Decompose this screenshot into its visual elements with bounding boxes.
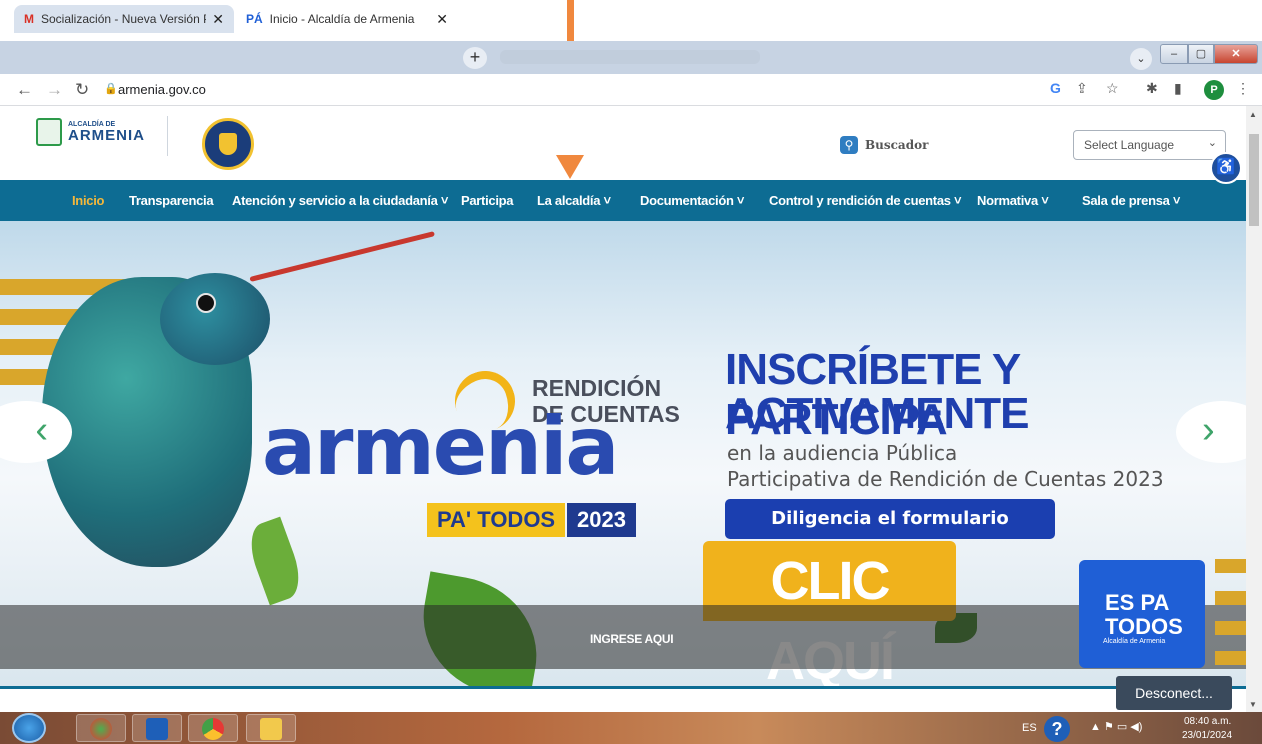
- menu-icon[interactable]: ⋮: [1236, 80, 1250, 97]
- start-button[interactable]: [12, 713, 46, 743]
- blurred-tab-area: [500, 50, 760, 64]
- year-badge: 2023: [567, 503, 636, 537]
- taskbar-chrome-profile[interactable]: [76, 714, 126, 742]
- input-language[interactable]: ES: [1022, 722, 1037, 734]
- reload-icon[interactable]: ↻: [75, 80, 89, 100]
- forward-icon[interactable]: →: [46, 80, 63, 100]
- disconnect-tooltip: Desconect...: [1116, 676, 1232, 710]
- google-icon[interactable]: G: [1050, 80, 1061, 96]
- decor-stripe: [1215, 651, 1246, 665]
- close-tab-icon[interactable]: ✕: [436, 11, 448, 28]
- clock-date[interactable]: 23/01/2024: [1182, 730, 1232, 741]
- tab-gmail[interactable]: M Socialización - Nueva Versión Pla ✕: [14, 5, 234, 33]
- hero-title-line2: ACTIVAMENTE: [725, 389, 1030, 438]
- language-select-value: Select Language: [1084, 138, 1175, 152]
- profile-avatar[interactable]: P: [1204, 80, 1224, 100]
- tab-search-button[interactable]: ⌄: [1130, 48, 1152, 70]
- decor-stripe: [1215, 591, 1246, 605]
- help-icon[interactable]: ?: [1044, 716, 1070, 742]
- es-pa-todos-badge[interactable]: ES PA TODOS Alcaldía de Armenia: [1079, 560, 1205, 668]
- system-tray-icons[interactable]: ▲ ⚑ ▭ ◀): [1090, 720, 1142, 733]
- annotation-arrow-head: [556, 155, 584, 179]
- armenia-favicon-icon: PÁ: [246, 12, 263, 26]
- search-link[interactable]: Buscador: [865, 138, 928, 152]
- badge-line3: Alcaldía de Armenia: [1103, 638, 1166, 645]
- pa-todos-badge: PA' TODOS: [427, 503, 566, 537]
- hummingbird-head: [160, 273, 270, 365]
- clock-time[interactable]: 08:40 a.m.: [1184, 716, 1231, 727]
- site-logo[interactable]: ALCALDÍA DE ARMENIA: [36, 118, 145, 146]
- rendicion-text: RENDICIÓN: [532, 375, 662, 401]
- form-cta-banner[interactable]: Diligencia el formulario haciendo: [725, 499, 1055, 569]
- logo-divider: [167, 116, 168, 156]
- nav-inicio[interactable]: Inicio: [72, 193, 104, 208]
- taskbar-word[interactable]: [132, 714, 182, 742]
- hero-bottom-border: [0, 686, 1246, 689]
- extensions-icon[interactable]: ✱: [1146, 80, 1158, 97]
- nav-sala-de-prensa[interactable]: Sala de prensa ˅: [1082, 193, 1180, 208]
- logo-big-text: ARMENIA: [68, 127, 145, 144]
- language-select[interactable]: Select Language ⌄: [1073, 130, 1226, 160]
- close-window-button[interactable]: ✕: [1214, 44, 1258, 64]
- hummingbird-eye: [196, 293, 216, 313]
- leaf-decoration: [242, 516, 308, 606]
- nav-la-alcaldia[interactable]: La alcaldía ˅: [537, 193, 611, 208]
- badge-line1: ES PA: [1105, 590, 1170, 615]
- close-tab-icon[interactable]: ✕: [212, 11, 224, 28]
- tab-title: Socialización - Nueva Versión Pla: [41, 12, 207, 26]
- scrollbar-thumb[interactable]: [1249, 134, 1259, 226]
- decor-stripe: [1215, 621, 1246, 635]
- hero-carousel[interactable]: RENDICIÓN DE CUENTAS armenia PA' TODOS 2…: [0, 221, 1246, 689]
- chevron-down-icon: ⌄: [1207, 137, 1217, 149]
- scroll-down-icon[interactable]: ▼: [1249, 700, 1257, 709]
- scroll-up-icon[interactable]: ▲: [1249, 110, 1257, 119]
- nav-atencion[interactable]: Atención y servicio a la ciudadanía ˅: [232, 193, 448, 208]
- hero-subtitle-line2: Participativa de Rendición de Cuentas 20…: [727, 467, 1164, 491]
- accessibility-icon[interactable]: ♿: [1210, 152, 1242, 184]
- maximize-button[interactable]: ▢: [1188, 44, 1214, 64]
- hummingbird-beak: [249, 231, 435, 282]
- search-icon[interactable]: ⚲: [840, 136, 858, 154]
- nav-documentacion[interactable]: Documentación ˅: [640, 193, 745, 208]
- nav-normativa[interactable]: Normativa ˅: [977, 193, 1049, 208]
- lock-icon[interactable]: 🔒: [104, 82, 118, 95]
- nav-control-rendicion[interactable]: Control y rendición de cuentas ˅: [769, 193, 962, 208]
- address-bar[interactable]: armenia.gov.co: [118, 82, 206, 97]
- back-icon[interactable]: ←: [16, 80, 33, 100]
- crest-icon: [36, 118, 62, 146]
- taskbar-explorer[interactable]: [246, 714, 296, 742]
- star-icon[interactable]: ☆: [1106, 80, 1119, 97]
- taskbar-chrome[interactable]: [188, 714, 238, 742]
- tab-title: Inicio - Alcaldía de Armenia: [269, 12, 415, 26]
- nav-participa[interactable]: Participa: [461, 193, 514, 208]
- minimize-button[interactable]: –: [1160, 44, 1188, 64]
- badge-line2: TODOS: [1105, 614, 1183, 639]
- armenia-brand-logo: armenia: [262, 400, 619, 493]
- hero-subtitle-line1: en la audiencia Pública: [727, 441, 958, 465]
- tab-armenia[interactable]: PÁ Inicio - Alcaldía de Armenia ✕: [236, 5, 458, 33]
- nav-transparencia[interactable]: Transparencia: [129, 193, 214, 208]
- sidepanel-icon[interactable]: ▮: [1174, 80, 1182, 97]
- share-icon[interactable]: ⇪: [1076, 80, 1088, 97]
- decor-stripe: [1215, 559, 1246, 573]
- gmail-icon: M: [24, 12, 34, 26]
- carousel-caption-link[interactable]: INGRESE AQUI: [590, 632, 674, 646]
- site-header: [0, 106, 1246, 180]
- colombia-seal-icon: [202, 118, 254, 170]
- new-tab-button[interactable]: +: [463, 47, 487, 69]
